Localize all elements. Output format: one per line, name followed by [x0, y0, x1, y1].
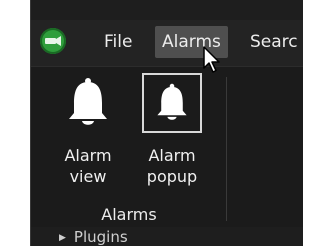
bell-icon	[58, 73, 118, 133]
ribbon-group-label: Alarms	[101, 205, 157, 224]
alarm-view-label: Alarm view	[64, 146, 112, 186]
menu-search[interactable]: Searc	[245, 26, 303, 58]
menu-bar: File Alarms Searc	[31, 20, 303, 66]
app-logo-icon[interactable]	[40, 28, 66, 54]
alarm-view-button[interactable]: Alarm view	[49, 73, 127, 187]
alarm-popup-button[interactable]: Alarm popup	[133, 73, 211, 187]
ribbon-group-divider	[226, 77, 227, 221]
ribbon-panel: Alarm view Alarm popup Alarms	[31, 66, 303, 227]
mouse-cursor-icon	[203, 46, 220, 73]
triangle-right-icon[interactable]: ▶	[59, 233, 66, 243]
tree-item-plugins[interactable]: ▶ Plugins	[59, 228, 128, 246]
tree-item-label: Plugins	[73, 228, 128, 246]
alarm-popup-label: Alarm popup	[146, 146, 198, 186]
menu-file[interactable]: File	[99, 26, 137, 58]
app-window: File Alarms Searc Alarm view Alarm popup…	[30, 0, 303, 246]
bell-popup-icon	[142, 73, 202, 133]
